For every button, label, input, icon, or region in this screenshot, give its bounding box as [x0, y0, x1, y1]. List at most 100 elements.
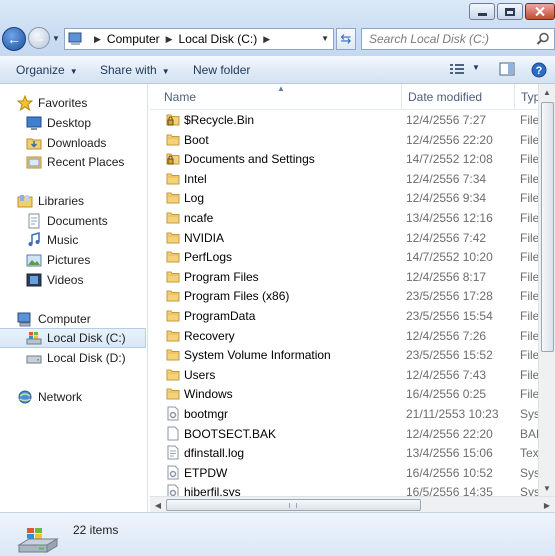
organize-button[interactable]: Organize ▼ [16, 63, 78, 77]
change-view-button[interactable] [449, 62, 467, 79]
breadcrumb-arrow-icon[interactable]: ▶ [88, 34, 107, 45]
nav-desktop[interactable]: Desktop [26, 113, 91, 133]
file-row[interactable]: Intel 12/4/2556 7:34 File fo [150, 169, 553, 189]
column-divider[interactable] [401, 84, 402, 110]
column-date-modified[interactable]: Date modified [408, 90, 482, 104]
videos-icon [26, 273, 42, 287]
nav-label: Computer [38, 312, 91, 326]
nav-local-disk-c[interactable]: Local Disk (C:) [0, 328, 146, 348]
file-row[interactable]: dfinstall.log 13/4/2556 15:06 Text D [150, 443, 554, 463]
recent-places-icon [26, 156, 42, 169]
preview-pane-button[interactable] [499, 62, 515, 79]
help-icon: ? [531, 62, 547, 78]
address-dropdown-icon[interactable]: ▼ [321, 34, 329, 43]
network-icon [18, 390, 32, 404]
nav-music[interactable]: Music [26, 230, 78, 250]
file-row[interactable]: Boot 12/4/2556 22:20 File fo [150, 130, 553, 150]
music-icon [28, 232, 40, 246]
file-row[interactable]: $Recycle.Bin 12/4/2556 7:27 File fo [150, 110, 553, 130]
file-date-modified: 16/4/2556 10:52 [406, 465, 493, 480]
share-with-button[interactable]: Share with ▼ [100, 63, 170, 77]
folder-icon [166, 386, 180, 401]
file-name: ProgramData [184, 309, 256, 323]
scroll-up-icon[interactable]: ▲ [539, 84, 555, 100]
star-icon [17, 95, 33, 111]
nav-computer[interactable]: Computer [17, 309, 91, 329]
scroll-down-icon[interactable]: ▼ [539, 480, 555, 496]
nav-pictures[interactable]: Pictures [26, 250, 90, 270]
minimize-button[interactable] [469, 3, 495, 20]
horizontal-scroll-thumb[interactable] [166, 499, 421, 511]
preview-pane-icon [499, 62, 515, 76]
column-name[interactable]: Name [164, 90, 196, 104]
new-folder-button[interactable]: New folder [193, 63, 250, 77]
search-icon[interactable] [536, 32, 550, 46]
file-row[interactable]: PerfLogs 14/7/2552 10:20 File fo [150, 247, 553, 267]
nav-local-disk-d[interactable]: Local Disk (D:) [26, 348, 126, 368]
file-row[interactable]: Windows 16/4/2556 0:25 File fo [150, 384, 553, 404]
breadcrumb-local-disk[interactable]: Local Disk (C:) ▶ [179, 32, 277, 46]
view-dropdown-icon[interactable]: ▼ [472, 63, 480, 72]
file-date-modified: 23/5/2556 15:54 [406, 309, 493, 323]
file-date-modified: 12/4/2556 9:34 [406, 191, 487, 206]
nav-favorites[interactable]: Favorites [17, 93, 87, 113]
search-input[interactable] [362, 29, 532, 49]
file-date-modified: 13/4/2556 12:16 [406, 211, 493, 225]
svg-text:?: ? [536, 65, 543, 77]
refresh-button[interactable]: ⇆ [336, 28, 356, 50]
scroll-left-icon[interactable]: ◀ [150, 497, 166, 513]
vertical-scrollbar[interactable]: ▲ ▼ [538, 84, 555, 496]
locked-folder-icon [166, 112, 180, 127]
details-pane: 22 items [0, 512, 555, 556]
file-date-modified: 12/4/2556 8:17 [406, 269, 487, 284]
vertical-scroll-thumb[interactable] [541, 102, 554, 352]
new-folder-label: New folder [193, 63, 251, 77]
breadcrumb-arrow-icon[interactable]: ▶ [263, 34, 270, 45]
nav-network[interactable]: Network [17, 387, 82, 407]
address-bar[interactable]: ▶ Computer ▶ Local Disk (C:) ▶ ▼ [64, 28, 334, 50]
nav-libraries[interactable]: Libraries [17, 191, 84, 211]
column-divider[interactable] [514, 84, 515, 110]
breadcrumb-computer[interactable]: Computer ▶ [107, 32, 179, 46]
breadcrumb-arrow-icon[interactable]: ▶ [166, 34, 173, 45]
file-name: Windows [184, 387, 233, 402]
forward-button[interactable]: → [28, 27, 50, 49]
nav-videos[interactable]: Videos [26, 270, 83, 290]
maximize-icon [505, 7, 515, 16]
recent-pages-button[interactable]: ▼ [52, 34, 62, 44]
file-row[interactable]: Recovery 12/4/2556 7:26 File fo [150, 326, 553, 346]
file-date-modified: 12/4/2556 7:26 [406, 328, 487, 343]
scroll-right-icon[interactable]: ▶ [539, 497, 555, 513]
file-date-modified: 12/4/2556 7:27 [406, 113, 487, 127]
nav-downloads[interactable]: Downloads [26, 133, 106, 153]
file-row[interactable]: ProgramData 23/5/2556 15:54 File fo [150, 306, 553, 326]
command-bar: Organize ▼ Share with ▼ New folder ▼ ? [0, 56, 555, 84]
file-row[interactable]: bootmgr 21/11/2553 10:23 Syster [150, 404, 554, 424]
horizontal-scrollbar[interactable]: ◀ ▶ [150, 496, 555, 512]
item-count: 22 items [73, 523, 119, 537]
file-row[interactable]: ncafe 13/4/2556 12:16 File fo [150, 208, 553, 228]
nav-documents[interactable]: Documents [26, 211, 108, 231]
file-row[interactable]: Users 12/4/2556 7:43 File fo [150, 365, 553, 385]
file-name: Program Files (x86) [184, 289, 290, 304]
file-row[interactable]: System Volume Information 23/5/2556 15:52… [150, 345, 553, 365]
file-date-modified: 12/4/2556 7:34 [406, 171, 487, 186]
maximize-button[interactable] [497, 3, 523, 20]
file-date-modified: 12/4/2556 7:43 [406, 367, 487, 382]
file-row[interactable]: NVIDIA 12/4/2556 7:42 File fo [150, 228, 553, 248]
file-row[interactable]: Program Files 12/4/2556 8:17 File fo [150, 267, 553, 287]
nav-recent-places[interactable]: Recent Places [26, 152, 124, 172]
back-button[interactable]: ← [2, 27, 26, 51]
file-row[interactable]: BOOTSECT.BAK12/4/2556 22:20BAK F [150, 424, 555, 444]
title-bar [0, 0, 555, 24]
search-box[interactable] [361, 28, 555, 50]
file-row[interactable]: Program Files (x86) 23/5/2556 17:28 File f… [150, 286, 553, 306]
file-row[interactable]: Log 12/4/2556 9:34 File fo [150, 188, 553, 208]
help-button[interactable]: ? [531, 62, 547, 81]
file-row[interactable]: ETPDW 16/4/2556 10:52 Syster [150, 463, 554, 483]
nav-label: Network [38, 390, 83, 404]
nav-label: Pictures [47, 253, 91, 267]
file-row[interactable]: Documents and Settings 14/7/2552 12:08 Fil… [150, 149, 553, 169]
close-button[interactable] [525, 3, 555, 20]
drive-icon [26, 355, 42, 364]
